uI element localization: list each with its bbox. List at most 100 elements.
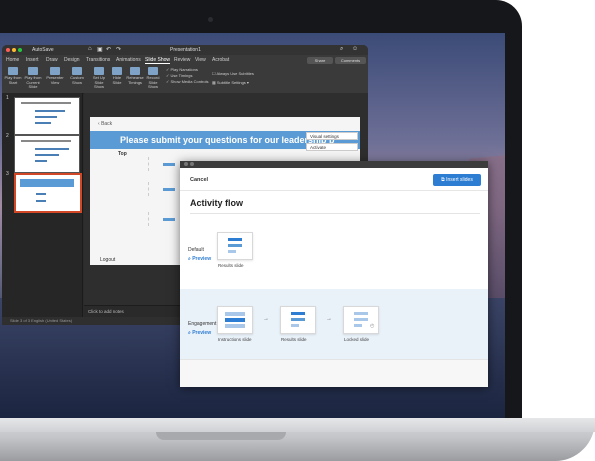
camera-icon (208, 17, 213, 22)
thumb-line (21, 140, 71, 142)
thumb-line (35, 116, 57, 118)
save-icon[interactable]: ▣ (97, 46, 103, 53)
tab-design[interactable]: Design (64, 57, 80, 63)
card-bar (228, 238, 242, 241)
dialog-header: Cancel Insert slides (180, 168, 488, 191)
play-from-start-label: Play from Start (4, 75, 22, 85)
presenter-view-label: Presenter View (46, 75, 64, 85)
comments-button[interactable]: Comments (335, 57, 366, 64)
record-slide-show-button[interactable]: Record Slide Show (144, 67, 162, 90)
insert-slides-button[interactable]: Insert slides (433, 174, 481, 186)
card-bar (354, 312, 368, 315)
undo-icon[interactable]: ↶ (106, 46, 111, 53)
tab-animations[interactable]: Animations (116, 57, 141, 63)
close-window-icon[interactable] (6, 48, 10, 52)
dialog-close-icon[interactable] (184, 162, 188, 166)
custom-show-icon (72, 67, 82, 75)
visual-settings-button[interactable]: Visual settings (306, 132, 358, 140)
tab-slide-show[interactable]: Slide Show (145, 57, 171, 64)
ribbon-checks: ✓ Play Narrations ✓ Use Timings ✓ Show M… (166, 67, 209, 85)
search-icon[interactable]: ⌕ (340, 46, 343, 53)
presenter-view-button[interactable]: Presenter View (46, 67, 64, 85)
arrow-right-icon: → (263, 316, 269, 322)
question-bar (163, 218, 175, 221)
setup-icon (94, 67, 104, 75)
play-icon (8, 67, 18, 75)
play-from-current-label: Play from Current Slide (24, 75, 42, 89)
card-caption: Locked slide (344, 337, 370, 342)
arrow-right-icon: → (326, 316, 332, 322)
play-from-start-button[interactable]: Play from Start (4, 67, 22, 85)
thumb-line (21, 102, 71, 104)
results-slide-card[interactable] (217, 232, 253, 260)
redo-icon[interactable]: ↷ (116, 46, 121, 53)
autosave-label[interactable]: AutoSave (32, 47, 54, 53)
tab-draw[interactable]: Draw (46, 57, 58, 63)
minimize-window-icon[interactable] (12, 48, 16, 52)
custom-show-label: Custom Show (70, 75, 84, 85)
tab-view[interactable]: View (195, 57, 206, 63)
top-label: Top (118, 151, 127, 157)
use-timings-label: Use Timings (170, 73, 193, 78)
default-section: Default Preview Results slide (180, 214, 488, 289)
zoom-window-icon[interactable] (18, 48, 22, 52)
instructions-slide-card[interactable] (217, 306, 253, 334)
dialog-footer (180, 359, 488, 387)
card-bar (225, 318, 245, 322)
engagement-preview-link[interactable]: Preview (188, 330, 211, 336)
thumb-line (35, 148, 69, 150)
set-up-label: Set Up Slide Show (92, 75, 106, 89)
rehearse-timings-button[interactable]: Rehearse Timings (126, 67, 144, 85)
thumb-number: 2 (6, 133, 9, 139)
results-slide-card[interactable] (280, 306, 316, 334)
hide-slide-button[interactable]: Hide Slide (108, 67, 126, 85)
question-bar (163, 188, 175, 191)
back-label: Back (101, 121, 113, 127)
slide-thumbnail-2[interactable] (14, 135, 80, 173)
laptop-notch (156, 432, 286, 440)
home-icon[interactable]: ⌂ (88, 46, 92, 52)
default-preview-link[interactable]: Preview (188, 256, 211, 262)
play-from-current-button[interactable]: Play from Current Slide (24, 67, 42, 90)
slide-thumbnail-3[interactable] (14, 173, 82, 213)
back-link[interactable]: ‹ Back (98, 121, 112, 127)
dialog-zoom-icon[interactable] (190, 162, 194, 166)
activate-button[interactable]: Activate (306, 143, 358, 151)
card-caption: Instructions slide (218, 337, 252, 342)
thumb-line (35, 160, 47, 162)
tab-review[interactable]: Review (174, 57, 190, 63)
slide-thumbnail-1[interactable] (14, 97, 80, 135)
slide-thumbnails: 1 2 3 (2, 93, 83, 317)
question-bar (163, 163, 175, 166)
card-bar (228, 250, 236, 253)
tab-acrobat[interactable]: Acrobat (212, 57, 229, 63)
always-subtitles-check[interactable]: ☐ Always Use Subtitles (212, 71, 254, 76)
record-label: Record Slide Show (146, 75, 160, 89)
card-bar (225, 324, 245, 328)
set-up-slide-show-button[interactable]: Set Up Slide Show (90, 67, 108, 90)
logout-link[interactable]: Logout (100, 257, 115, 263)
engagement-label: Engagement (188, 321, 217, 327)
account-icon[interactable]: ☺ (352, 46, 358, 52)
subtitle-settings-label: Subtitle Settings (216, 80, 246, 85)
subtitle-settings-dropdown[interactable]: ▦ Subtitle Settings ▾ (212, 80, 249, 85)
thumb-number: 3 (6, 171, 9, 177)
play-current-icon (28, 67, 38, 75)
cancel-button[interactable]: Cancel (190, 177, 208, 183)
show-media-controls-check[interactable]: ✓ Show Media Controls (166, 79, 209, 85)
rehearse-icon (130, 67, 140, 75)
custom-show-button[interactable]: Custom Show (68, 67, 86, 85)
thumb-line (35, 122, 51, 124)
card-caption: Results slide (281, 337, 307, 342)
tab-insert[interactable]: Insert (26, 57, 39, 63)
card-bar (354, 318, 368, 321)
record-icon (148, 67, 158, 75)
dialog-titlebar (180, 161, 488, 168)
locked-slide-card[interactable]: ◴ (343, 306, 379, 334)
card-bar (228, 244, 242, 247)
card-bar (291, 318, 305, 321)
tab-home[interactable]: Home (6, 57, 19, 63)
card-caption: Results slide (218, 263, 244, 268)
share-button[interactable]: Share (307, 57, 333, 64)
tab-transitions[interactable]: Transitions (86, 57, 110, 63)
